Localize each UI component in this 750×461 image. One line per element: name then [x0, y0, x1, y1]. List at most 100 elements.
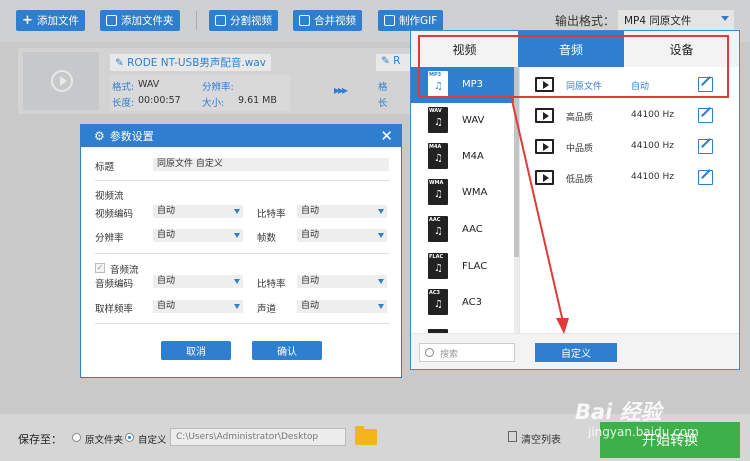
bitrate-select[interactable]: 自动 — [297, 205, 387, 218]
folder-icon[interactable] — [355, 426, 377, 445]
make-gif-label: 制作GIF — [399, 15, 438, 27]
format-icon-tag: WAV — [429, 108, 442, 114]
format-value: WAV — [138, 79, 160, 90]
chevron-down-icon — [378, 233, 384, 238]
add-folder-button[interactable]: 添加文件夹 — [100, 10, 180, 31]
film-icon — [535, 139, 554, 154]
channel-value: 自动 — [301, 301, 320, 311]
quality-name: 高品质 — [566, 113, 594, 123]
trash-icon[interactable] — [508, 431, 517, 442]
merge-video-button[interactable]: 合并视频 — [293, 10, 362, 31]
sample-rate-label: 取样频率 — [95, 304, 134, 315]
params-dialog: ⚙ 参数设置 ✕ 标题 同原文件 自定义 视频流 视频编码 自动 比特率 自动 … — [80, 124, 402, 378]
format-list: MP3 ♫ MP3 WAV ♫ WAV M4A ♫ M4A WMA ♫ WMA AAC ♫… — [411, 67, 519, 333]
format-item-label: WMA — [462, 187, 488, 198]
film-icon — [535, 108, 554, 123]
title-input[interactable]: 同原文件 自定义 — [153, 158, 389, 171]
chevron-down-icon — [378, 279, 384, 284]
resolution-select[interactable]: 自动 — [153, 229, 243, 242]
gear-icon: ⚙ — [94, 129, 105, 143]
cancel-button[interactable]: 取消 — [161, 341, 231, 360]
quality-row-low[interactable]: 低品质 44100 Hz — [520, 160, 739, 196]
length-key: 长度: — [112, 98, 135, 109]
output-format-value: MP4 同原文件 — [624, 15, 692, 27]
format-item-flac[interactable]: FLAC ♫ FLAC — [411, 249, 519, 285]
source-file-info: 格式: WAV 分辨率: 长度: 00:00:57 大小: 9.61 MB — [110, 75, 290, 111]
split-video-button[interactable]: 分割视频 — [209, 10, 278, 31]
channel-select[interactable]: 自动 — [297, 300, 387, 313]
audio-bitrate-select[interactable]: 自动 — [297, 275, 387, 288]
output-file-name-text: R — [393, 55, 401, 67]
pencil-icon: ✎ — [115, 57, 128, 69]
format-item-label: WAV — [462, 115, 485, 126]
quality-name: 低品质 — [566, 175, 594, 185]
edit-icon[interactable] — [698, 170, 713, 185]
format-search-input[interactable]: 搜索 — [419, 343, 515, 362]
video-codec-label: 视频编码 — [95, 209, 134, 220]
output-format-select[interactable]: MP4 同原文件 — [618, 10, 734, 30]
resolution-key: 分辨率: — [202, 82, 234, 93]
source-folder-radio[interactable] — [72, 433, 81, 442]
sample-rate-select[interactable]: 自动 — [153, 300, 243, 313]
audio-stream-checkbox[interactable]: ✓ — [95, 263, 105, 273]
framerate-select[interactable]: 自动 — [297, 229, 387, 242]
video-codec-select[interactable]: 自动 — [153, 205, 243, 218]
source-file-name[interactable]: ✎ RODE NT-USB男声配音.wav — [110, 54, 271, 71]
plus-icon: + — [22, 13, 33, 28]
add-folder-label: 添加文件夹 — [121, 15, 174, 27]
add-file-button[interactable]: + 添加文件 — [16, 10, 85, 31]
confirm-button[interactable]: 确认 — [252, 341, 322, 360]
toolbar-divider — [196, 11, 197, 30]
watermark-url: jingyan.baidu.com — [588, 425, 699, 439]
chevron-down-icon — [234, 209, 240, 214]
convert-arrow-icon: ▸▸▸ — [334, 83, 348, 97]
edit-icon[interactable] — [698, 108, 713, 123]
audio-codec-select[interactable]: 自动 — [153, 275, 243, 288]
custom-button[interactable]: 自定义 — [535, 343, 617, 362]
size-key: 大小: — [202, 98, 225, 109]
format-item-aac[interactable]: AAC ♫ AAC — [411, 212, 519, 248]
clear-list-button[interactable]: 清空列表 — [521, 431, 561, 446]
file-row[interactable]: ✎ RODE NT-USB男声配音.wav 格式: WAV 分辨率: 长度: 0… — [18, 48, 416, 114]
quality-value: 44100 Hz — [631, 172, 674, 182]
format-item-m4a[interactable]: M4A ♫ M4A — [411, 139, 519, 175]
play-icon[interactable] — [51, 70, 73, 92]
output-path-input[interactable]: C:\Users\Administrator\Desktop — [170, 428, 346, 446]
file-thumbnail[interactable] — [23, 52, 99, 110]
split-video-label: 分割视频 — [230, 15, 272, 27]
format-icon-tag: AC3 — [429, 290, 441, 296]
audio-bitrate-label: 比特率 — [257, 279, 286, 290]
custom-folder-radio[interactable] — [125, 433, 134, 442]
make-gif-button[interactable]: 制作GIF — [378, 10, 444, 31]
format-item-wma[interactable]: WMA ♫ WMA — [411, 175, 519, 211]
folder-add-icon — [106, 15, 117, 26]
dialog-header: ⚙ 参数设置 ✕ — [81, 125, 401, 147]
chevron-down-icon — [234, 233, 240, 238]
close-icon[interactable]: ✕ — [380, 127, 393, 145]
resolution-value: 自动 — [157, 230, 176, 240]
format-key: 格式: — [112, 82, 135, 93]
format-item-ac3[interactable]: AC3 ♫ AC3 — [411, 285, 519, 321]
merge-icon — [299, 15, 310, 26]
chevron-down-icon — [378, 209, 384, 214]
audio-bitrate-value: 自动 — [301, 276, 320, 286]
framerate-value: 自动 — [301, 230, 320, 240]
quality-value: 44100 Hz — [631, 110, 674, 120]
format-item-label: AAC — [462, 224, 483, 235]
music-file-icon: AC3 ♫ — [428, 289, 448, 315]
length-value: 00:00:57 — [138, 95, 181, 106]
custom-folder-label: 自定义 — [138, 435, 167, 446]
edit-icon[interactable] — [698, 139, 713, 154]
music-file-icon: M4A ♫ — [428, 143, 448, 169]
save-to-label: 保存至： — [18, 433, 62, 446]
format-icon-tag: WMA — [429, 180, 444, 186]
output-format-key: 格 — [378, 82, 388, 93]
bitrate-label: 比特率 — [257, 209, 286, 220]
audio-codec-value: 自动 — [157, 276, 176, 286]
highlight-box — [418, 35, 729, 98]
divider — [95, 180, 389, 181]
output-format-label: 输出格式： — [555, 14, 616, 28]
format-item-wav[interactable]: WAV ♫ WAV — [411, 103, 519, 139]
chevron-down-icon — [721, 16, 729, 21]
film-icon — [535, 170, 554, 185]
